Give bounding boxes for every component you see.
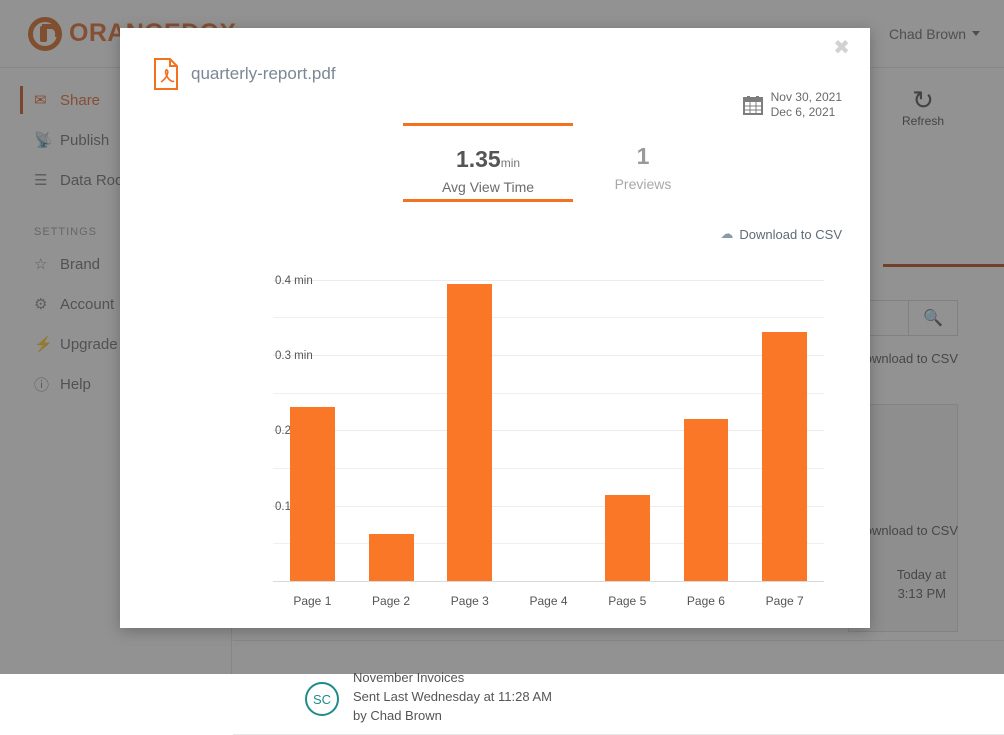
stat-value: 1	[636, 143, 650, 169]
chart-bar-slot[interactable]	[273, 272, 352, 582]
chart-x-tick-label: Page 1	[293, 594, 332, 608]
chart-bars	[273, 272, 824, 582]
chart-x-tick-label: Page 5	[608, 594, 647, 608]
chart-x-tick-label: Page 4	[529, 594, 568, 608]
chart-bar-slot[interactable]	[430, 272, 509, 582]
chart-bar[interactable]	[368, 533, 414, 582]
stats-row: 1.35min Avg View Time 1 Previews	[120, 123, 870, 218]
chart-x-axis-line	[273, 581, 824, 582]
stat-unit: min	[500, 156, 521, 170]
stat-avg-view-time[interactable]: 1.35min Avg View Time	[403, 123, 573, 202]
chart-x-tick-label: Page 3	[450, 594, 489, 608]
modal-filename: quarterly-report.pdf	[191, 64, 336, 83]
chart-bar[interactable]	[762, 331, 808, 582]
chart-bar[interactable]	[683, 419, 729, 582]
list-item[interactable]: SC November Invoices Sent Last Wednesday…	[305, 668, 552, 725]
chart-x-axis-labels: Page 1 Page 2 Page 3 Page 4 Page 5 Page 6 Page…	[273, 594, 824, 608]
entry-by-line: by Chad Brown	[353, 708, 442, 723]
chart-x-tick-label: Page 6	[686, 594, 725, 608]
chart-bar-slot[interactable]	[588, 272, 667, 582]
stat-label: Previews	[614, 176, 672, 192]
stat-previews[interactable]: 1 Previews	[583, 123, 703, 192]
page-view-time-chart: 0.1 min0.2 min0.3 min0.4 min Page 1Page …	[155, 250, 838, 610]
modal-download-csv-label: Download to CSV	[739, 226, 842, 242]
chart-x-tick-label: Page 7	[765, 594, 804, 608]
chart-bar-slot[interactable]	[745, 272, 824, 582]
date-range-start: Nov 30, 2021	[770, 90, 842, 104]
document-analytics-modal: ✖ quarterly-report.pdf Nov 30, 2021 Dec …	[120, 28, 870, 628]
chart-bar[interactable]	[447, 284, 493, 582]
modal-download-csv-button[interactable]: ☁ Download to CSV	[720, 226, 842, 242]
calendar-icon	[742, 95, 763, 115]
chart-bar-slot[interactable]	[509, 272, 588, 582]
chart-bar-slot[interactable]	[667, 272, 746, 582]
pdf-file-icon	[153, 58, 179, 90]
chart-bar[interactable]	[289, 407, 335, 582]
chart-bar[interactable]	[604, 494, 650, 582]
chart-bar-slot[interactable]	[352, 272, 431, 582]
entry-sent-line: Sent Last Wednesday at 11:28 AM	[353, 689, 552, 704]
stat-value: 1.35	[455, 146, 501, 172]
modal-file-header: quarterly-report.pdf	[120, 28, 870, 90]
avatar: SC	[305, 682, 339, 716]
date-range-end: Dec 6, 2021	[770, 105, 836, 119]
cloud-download-icon: ☁	[720, 226, 734, 241]
stat-label: Avg View Time	[441, 179, 535, 195]
close-icon[interactable]: ✖	[833, 38, 850, 58]
date-range[interactable]: Nov 30, 2021 Dec 6, 2021	[742, 90, 842, 120]
chart-x-tick-label: Page 2	[372, 594, 411, 608]
chart-plot-area: 0.1 min0.2 min0.3 min0.4 min	[273, 272, 824, 582]
